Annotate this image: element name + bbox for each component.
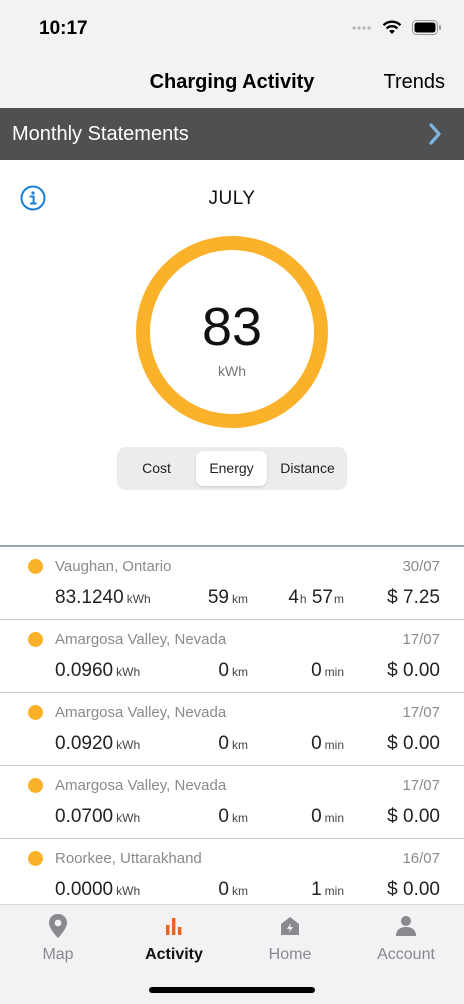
session-row[interactable]: Amargosa Valley, Nevada 17/07 0.0960 kWh … [0, 620, 464, 693]
session-date: 16/07 [402, 850, 440, 867]
cellular-signal-icon [352, 25, 371, 30]
charging-sessions-list: Vaughan, Ontario 30/07 83.1240 kWh 59 km 4… [0, 547, 464, 912]
session-location: Roorkee, Uttarakhand [55, 850, 202, 867]
tab-label: Account [377, 946, 435, 963]
session-location: Vaughan, Ontario [55, 558, 172, 575]
segment-distance[interactable]: Distance [272, 451, 343, 486]
session-distance: 0 km [218, 733, 248, 754]
session-energy: 0.0700 kWh [55, 806, 141, 827]
session-cost: $ 0.00 [387, 806, 440, 827]
nav-bar: Charging Activity Trends [0, 56, 464, 108]
summary-unit: kWh [218, 363, 246, 379]
tab-home[interactable]: Home [232, 913, 348, 964]
session-distance: 0 km [218, 806, 248, 827]
trends-button[interactable]: Trends [383, 71, 445, 94]
tab-account[interactable]: Account [348, 913, 464, 964]
wifi-icon [382, 20, 402, 34]
tab-label: Map [42, 946, 74, 963]
session-location: Amargosa Valley, Nevada [55, 777, 227, 794]
status-dot [28, 851, 43, 866]
session-duration: 4h 57m [288, 587, 344, 608]
session-duration: 1 min [311, 879, 344, 900]
session-location: Amargosa Valley, Nevada [55, 704, 227, 721]
session-cost: $ 7.25 [387, 587, 440, 608]
session-energy: 0.0960 kWh [55, 660, 141, 681]
tab-activity[interactable]: Activity [116, 913, 232, 964]
tab-label: Home [268, 946, 312, 963]
session-cost: $ 0.00 [387, 879, 440, 900]
status-icons [352, 20, 442, 35]
session-distance: 59 km [207, 587, 248, 608]
session-duration: 0 min [311, 660, 344, 681]
session-energy: 83.1240 kWh [55, 587, 151, 608]
month-label: JULY [208, 188, 256, 209]
monthly-statements-label: Monthly Statements [12, 122, 189, 145]
bar-chart-icon [166, 918, 182, 935]
session-row[interactable]: Amargosa Valley, Nevada 17/07 0.0920 kWh … [0, 693, 464, 766]
session-row[interactable]: Amargosa Valley, Nevada 17/07 0.0700 kWh … [0, 766, 464, 839]
monthly-statements-row[interactable]: Monthly Statements [0, 108, 464, 160]
session-date: 17/07 [402, 777, 440, 794]
session-date: 17/07 [402, 631, 440, 648]
status-time: 10:17 [39, 18, 88, 39]
session-duration: 0 min [311, 733, 344, 754]
session-distance: 0 km [218, 660, 248, 681]
status-dot [28, 778, 43, 793]
status-dot [28, 705, 43, 720]
session-row[interactable]: Roorkee, Uttarakhand 16/07 0.0000 kWh 0 km… [0, 839, 464, 912]
session-distance: 0 km [218, 879, 248, 900]
session-date: 17/07 [402, 704, 440, 721]
status-dot [28, 559, 43, 574]
charger-home-icon [281, 917, 299, 935]
chevron-right-icon [429, 123, 441, 145]
person-icon [396, 916, 416, 936]
map-pin-icon [49, 914, 67, 938]
session-location: Amargosa Valley, Nevada [55, 631, 227, 648]
status-dot [28, 632, 43, 647]
session-energy: 0.0000 kWh [55, 879, 141, 900]
session-duration: 0 min [311, 806, 344, 827]
session-date: 30/07 [402, 558, 440, 575]
segment-energy[interactable]: Energy [196, 451, 267, 486]
battery-icon [412, 20, 441, 35]
session-cost: $ 0.00 [387, 733, 440, 754]
summary-value: 83 [201, 297, 263, 357]
session-cost: $ 0.00 [387, 660, 440, 681]
session-row[interactable]: Vaughan, Ontario 30/07 83.1240 kWh 59 km 4… [0, 547, 464, 620]
metric-segmented-control: Cost Energy Distance [117, 447, 347, 490]
segment-cost[interactable]: Cost [121, 451, 192, 486]
tab-label: Activity [145, 946, 203, 963]
home-indicator [149, 987, 315, 993]
session-energy: 0.0920 kWh [55, 733, 141, 754]
status-bar: 10:17 [0, 0, 464, 56]
tab-map[interactable]: Map [0, 913, 116, 964]
